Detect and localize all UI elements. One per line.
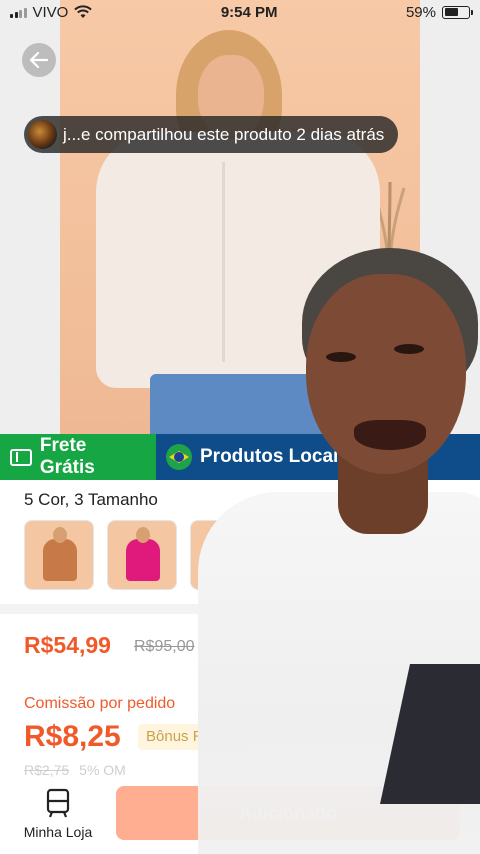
ticket-icon: [10, 448, 32, 466]
presenter-eye: [326, 352, 356, 362]
presenter-eye: [394, 344, 424, 354]
share-banner: j...e compartilhou este produto 2 dias a…: [24, 116, 399, 153]
sharer-avatar: [28, 120, 57, 149]
commission-label: Comissão por pedido: [24, 695, 176, 712]
wifi-icon: [74, 5, 93, 18]
product-price: R$54,99: [24, 632, 111, 658]
arrow-left-icon: [30, 52, 48, 68]
clock: 9:54 PM: [220, 3, 278, 21]
share-banner-text: j...e compartilhou este produto 2 dias a…: [63, 124, 385, 144]
free-shipping-label: Frete Grátis: [39, 435, 95, 478]
status-bar: VIVO 9:54 PM 59%: [0, 0, 480, 24]
back-button[interactable]: [22, 43, 56, 77]
my-store-button[interactable]: Minha Loja: [18, 788, 98, 848]
secondary-commission-row: R$2,75 5% OM: [24, 762, 126, 778]
secondary-commission-percent: 5% OM: [79, 762, 126, 778]
presenter-mouth: [354, 420, 426, 450]
brazil-flag-icon: [166, 444, 192, 470]
my-store-label: Minha Loja: [23, 824, 93, 840]
original-price: R$95,00: [134, 638, 195, 655]
battery-icon: [442, 5, 473, 19]
signal-icon: [10, 7, 27, 18]
presenter-video-overlay[interactable]: [198, 244, 480, 854]
variant-thumbnail[interactable]: [24, 520, 94, 590]
store-icon: [46, 788, 70, 818]
commission-value: R$8,25: [24, 720, 121, 753]
carrier-label: VIVO: [32, 3, 69, 21]
variant-thumbnail[interactable]: [107, 520, 177, 590]
variants-title[interactable]: 5 Cor, 3 Tamanho: [24, 490, 158, 510]
secondary-commission-value: R$2,75: [24, 762, 70, 778]
battery-percent: 59%: [405, 3, 436, 21]
free-shipping-badge[interactable]: Frete Grátis: [0, 434, 156, 480]
